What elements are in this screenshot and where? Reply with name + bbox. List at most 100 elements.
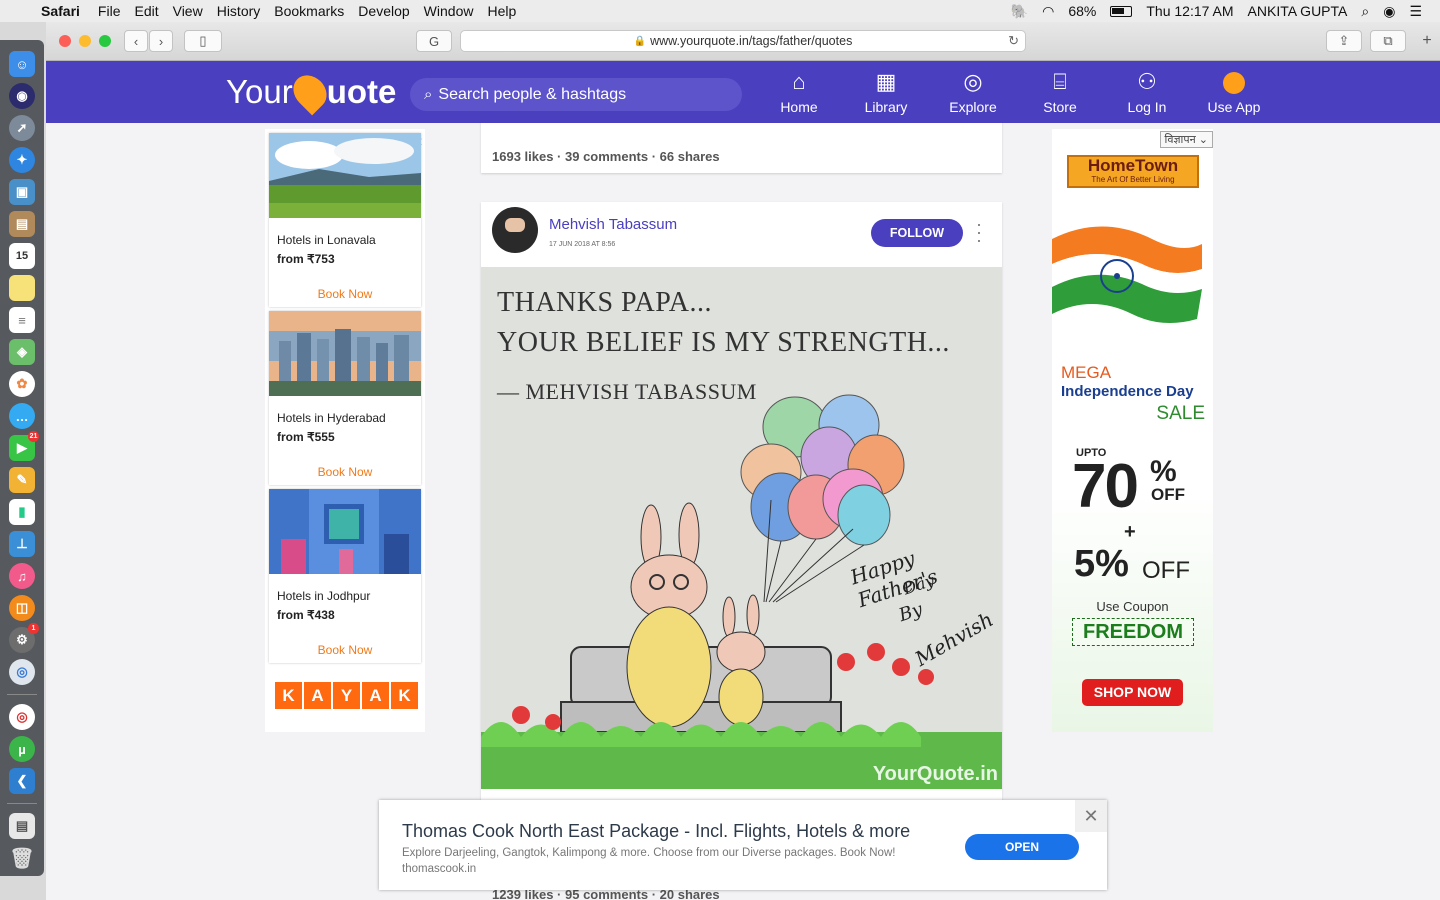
author-name[interactable]: Mehvish Tabassum [549,216,677,233]
search-input[interactable]: ⌕ Search people & hashtags [410,78,742,111]
more-options-icon[interactable]: · · · [976,215,982,249]
nav-home[interactable]: ⌂ Home [759,69,839,115]
finder-icon[interactable]: ☺ [9,51,35,77]
forward-button[interactable]: › [149,30,173,52]
menu-file[interactable]: File [98,3,134,19]
hometown-brand: HomeTown [1087,156,1179,175]
calendar-icon[interactable]: 15 [9,243,35,269]
contacts-icon[interactable]: ▤ [9,211,35,237]
books-icon[interactable]: ◫ [9,595,35,621]
hometown-ad[interactable]: विज्ञापन ⌄ HomeTown The Art Of Better Li… [1052,129,1213,732]
reload-icon[interactable]: ↻ [1008,33,1019,49]
follow-button[interactable]: FOLLOW [871,219,963,247]
utorrent-icon[interactable]: µ [9,736,35,762]
wifi-icon[interactable]: ◠ [1042,3,1054,20]
notification-center-icon[interactable]: ☰ [1409,3,1422,20]
menu-window[interactable]: Window [424,3,487,19]
share-button[interactable]: ⇪ [1326,30,1362,52]
tabs-overview-button[interactable]: ⧉ [1370,30,1406,52]
facetime-icon[interactable]: ▶ 21 [9,431,39,461]
book-now-link[interactable]: Book Now [269,465,421,479]
close-window-button[interactable] [59,35,71,47]
trash-icon[interactable]: 🗑 [9,845,35,871]
chrome-icon[interactable]: ◎ [9,704,35,730]
nav-explore[interactable]: ◎ Explore [933,69,1013,115]
back-button[interactable]: ‹ [124,30,148,52]
close-icon[interactable]: ✕ [1075,800,1107,832]
yourquote-logo[interactable]: Your uote [226,68,397,116]
menu-history[interactable]: History [217,3,274,19]
clock[interactable]: Thu 12:17 AM [1146,3,1233,19]
nav-library[interactable]: ▦ Library [846,69,926,115]
music-icon[interactable]: ♫ [9,563,35,589]
indian-flag-illustration [1052,226,1202,323]
preview-icon[interactable]: ▣ [9,179,35,205]
safari-icon[interactable]: ✦ [9,147,35,173]
vscode-icon[interactable]: ❮ [9,768,35,794]
launchpad-icon[interactable]: ➚ [9,115,35,141]
dock-separator [7,694,37,695]
ad-title[interactable]: Thomas Cook North East Package - Incl. F… [402,821,910,842]
minimize-window-button[interactable] [79,35,91,47]
promo-off: OFF [1151,485,1185,504]
new-tab-button[interactable]: + [1416,30,1438,52]
kayak-logo[interactable]: K A Y A K [275,682,418,709]
nav-use-app[interactable]: Use App [1194,69,1274,115]
menu-help[interactable]: Help [487,3,529,19]
promo-extra-off: OFF [1142,557,1190,584]
home-icon: ⌂ [792,69,806,94]
kayak-letter: Y [333,682,360,709]
notes-icon[interactable] [9,275,35,301]
hotel-card-jodhpur[interactable]: Hotels in Jodhpur from ₹438 Book Now [269,489,421,663]
book-now-link[interactable]: Book Now [269,287,421,301]
menu-bookmarks[interactable]: Bookmarks [274,3,357,19]
ad-label-dropdown[interactable]: विज्ञापन ⌄ [1159,131,1213,148]
menu-edit[interactable]: Edit [134,3,171,19]
hotel-card-lonavala[interactable]: Hotels in Lonavala from ₹753 Book Now [269,133,421,307]
user-name[interactable]: ANKITA GUPTA [1248,3,1348,19]
documents-folder-icon[interactable]: ▤ [9,813,35,839]
maps-icon[interactable]: ◈ [9,339,35,365]
battery-icon[interactable] [1110,5,1133,17]
hotel-card-hyderabad[interactable]: Hotels in Hyderabad from ₹555 Book Now [269,311,421,485]
sidebar-toggle-button[interactable]: ▯ [184,30,222,52]
thomas-cook-ad[interactable]: Thomas Cook North East Package - Incl. F… [379,800,1107,890]
system-preferences-icon[interactable]: ⚙ 1 [9,623,39,653]
siri-icon[interactable]: ◉ [1383,3,1395,20]
messages-icon[interactable]: … [9,403,35,429]
open-button[interactable]: OPEN [965,834,1079,860]
hotel-name: Hotels in Jodhpur [277,589,371,603]
sidebar-icon: ▯ [199,33,207,48]
spotlight-icon[interactable]: ⌕ [1361,3,1369,20]
menu-develop[interactable]: Develop [358,3,422,19]
promo-mega: MEGA [1061,363,1112,382]
chrome-canary-icon[interactable]: ◎ [9,659,35,685]
menu-view[interactable]: View [173,3,216,19]
photos-icon[interactable]: ✿ [9,371,35,397]
kayak-ad[interactable]: ⓘ✕ Hotels in Lonavala from ₹753 Book Now [265,129,425,732]
page-content: ⓘ✕ Hotels in Lonavala from ₹753 Book Now [46,123,1440,900]
url-text: www.yourquote.in/tags/father/quotes [650,34,853,48]
nav-login[interactable]: ⚇ Log In [1107,69,1187,115]
chevron-right-icon: › [158,33,164,49]
keynote-icon[interactable]: ⊥ [9,531,35,557]
nav-store[interactable]: ⌸ Store [1020,69,1100,115]
shop-now-button[interactable]: SHOP NOW [1082,679,1183,706]
pages-icon[interactable]: ✎ [9,467,35,493]
logo-text-right: uote [326,73,397,110]
reminders-icon[interactable]: ≡ [9,307,35,333]
menu-app-safari[interactable]: Safari [41,3,93,19]
zoom-window-button[interactable] [99,35,111,47]
evernote-icon[interactable]: 🐘 [1011,3,1028,20]
hotel-price: from ₹753 [277,252,335,266]
grammarly-extension-button[interactable]: G [416,30,452,52]
book-now-link[interactable]: Book Now [269,643,421,657]
siri-dock-icon[interactable]: ◉ [9,83,35,109]
hotel-name: Hotels in Hyderabad [277,411,386,425]
nav-home-label: Home [780,99,818,115]
avatar[interactable] [492,207,538,253]
numbers-icon[interactable]: ▮ [9,499,35,525]
quote-image[interactable]: THANKS PAPA... YOUR BELIEF IS MY STRENGT… [481,267,1002,789]
address-bar[interactable]: 🔒 www.yourquote.in/tags/father/quotes ↻ [460,30,1026,52]
plus-icon: + [1422,32,1432,49]
